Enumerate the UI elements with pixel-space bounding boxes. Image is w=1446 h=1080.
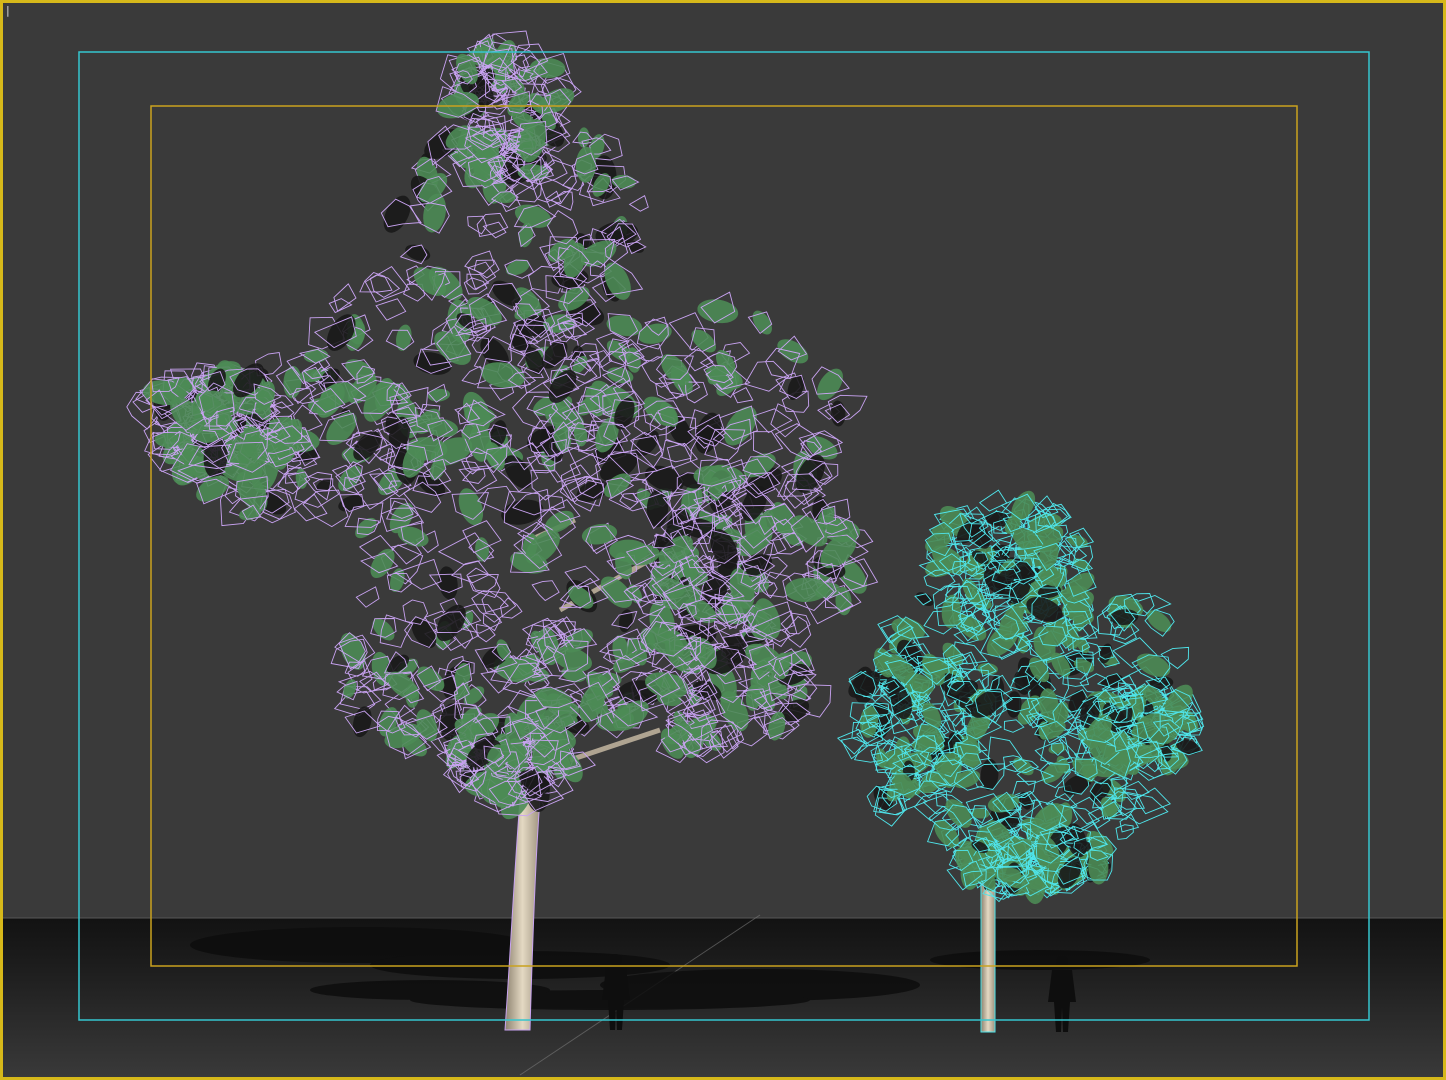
viewport-label[interactable]: | (6, 4, 10, 17)
perspective-viewport[interactable]: | (0, 0, 1446, 1080)
viewport-scene[interactable] (0, 0, 1446, 1080)
